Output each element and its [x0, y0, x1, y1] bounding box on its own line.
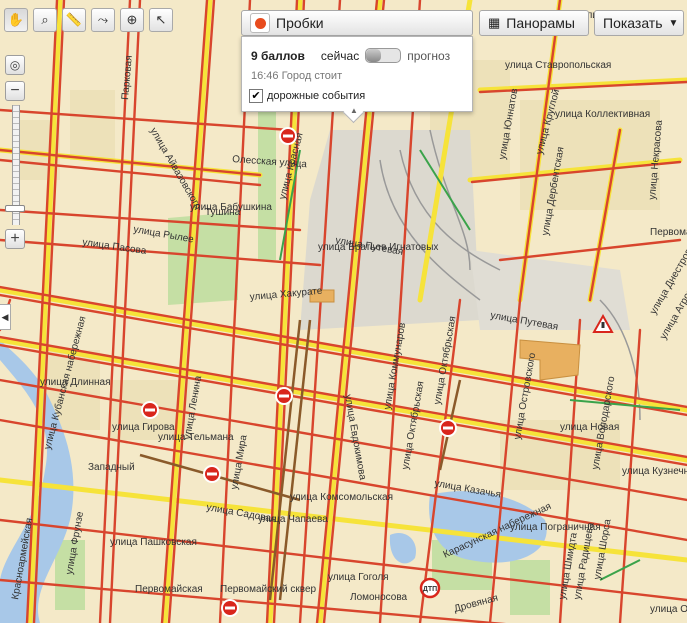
- cursor-tool-icon[interactable]: ↖: [149, 8, 173, 32]
- map-toolbar: ✋ ⌕ 📏 ⤳ ⊕ ↖: [4, 8, 173, 32]
- collapse-left-arrow-icon[interactable]: ◀: [0, 304, 11, 330]
- show-label: Показать: [603, 15, 663, 31]
- events-label[interactable]: дорожные события: [267, 90, 365, 102]
- street-label: Западный: [88, 462, 135, 473]
- show-layers-button[interactable]: Показать ▼: [594, 10, 684, 36]
- hand-tool-icon[interactable]: ✋: [4, 8, 28, 32]
- street-label: улица Братьев Игнатовых: [318, 242, 438, 253]
- road-closure-icon: [141, 401, 159, 419]
- street-label: улица Пограничная: [510, 522, 601, 533]
- events-checkbox[interactable]: ✔: [249, 89, 263, 103]
- road-closure-icon: [275, 387, 293, 405]
- street-label: Первомайский сквер: [220, 584, 317, 595]
- zoom-locate-icon[interactable]: ◎: [5, 55, 25, 75]
- street-label: улица Пашковская: [110, 537, 197, 548]
- street-label: улица Ставропольская: [505, 60, 611, 71]
- panorama-icon: ▦: [488, 15, 501, 30]
- road-closure-icon: [279, 127, 297, 145]
- now-forecast-toggle[interactable]: [365, 48, 402, 63]
- add-point-tool-icon[interactable]: ⊕: [120, 8, 144, 32]
- street-label: улица Гирова: [112, 422, 175, 433]
- forecast-label[interactable]: прогноз: [407, 49, 450, 63]
- street-label: улица Чапаева: [258, 514, 328, 525]
- magnifier-tool-icon[interactable]: ⌕: [33, 8, 57, 32]
- traffic-score: 9 баллов: [251, 48, 305, 63]
- street-label: улица Озерная: [650, 604, 687, 615]
- accident-marker[interactable]: ДТП: [419, 577, 441, 599]
- chevron-down-icon: ▼: [668, 17, 679, 29]
- traffic-panel: 9 баллов сейчас прогноз 16:46 Город стои…: [241, 36, 473, 124]
- road-closure-icon: [203, 465, 221, 483]
- traffic-button-label: Пробки: [276, 15, 324, 31]
- street-label: Ломоносова: [350, 592, 408, 603]
- street-label: улица Новая: [560, 422, 619, 433]
- zoom-in-button[interactable]: +: [5, 229, 25, 249]
- zoom-control: ◎ − +: [5, 55, 27, 249]
- street-label: Первомайская: [135, 584, 203, 595]
- road-closure-icon: [439, 419, 457, 437]
- street-label: улица Коллективная: [555, 109, 650, 120]
- accident-label: ДТП: [423, 586, 437, 593]
- street-label: Первомайская: [650, 227, 687, 238]
- panel-collapse-icon[interactable]: ▲: [350, 106, 358, 115]
- ruler-tool-icon[interactable]: 📏: [62, 8, 86, 32]
- road-closure-icon: [221, 599, 239, 617]
- route-tool-icon[interactable]: ⤳: [91, 8, 115, 32]
- panoramas-button[interactable]: ▦ Панорамы: [479, 10, 589, 36]
- zoom-slider-thumb[interactable]: [5, 205, 25, 212]
- zoom-out-button[interactable]: −: [5, 81, 25, 101]
- street-label: улица Гоголя: [328, 572, 389, 583]
- traffic-light-icon: [250, 13, 270, 33]
- panoramas-label: Панорамы: [506, 15, 575, 31]
- street-label: улица Тельмана: [158, 432, 234, 443]
- street-label: улица Комсомольская: [290, 492, 393, 503]
- traffic-button[interactable]: Пробки: [241, 10, 473, 36]
- zoom-slider-rail[interactable]: [5, 105, 25, 225]
- traffic-status: 16:46 Город стоит: [251, 70, 343, 82]
- now-label[interactable]: сейчас: [321, 49, 359, 63]
- street-label: улица Бабушкина: [190, 201, 272, 213]
- street-label: улица Длинная: [40, 377, 110, 388]
- street-label: улица Кузнечная: [622, 466, 687, 477]
